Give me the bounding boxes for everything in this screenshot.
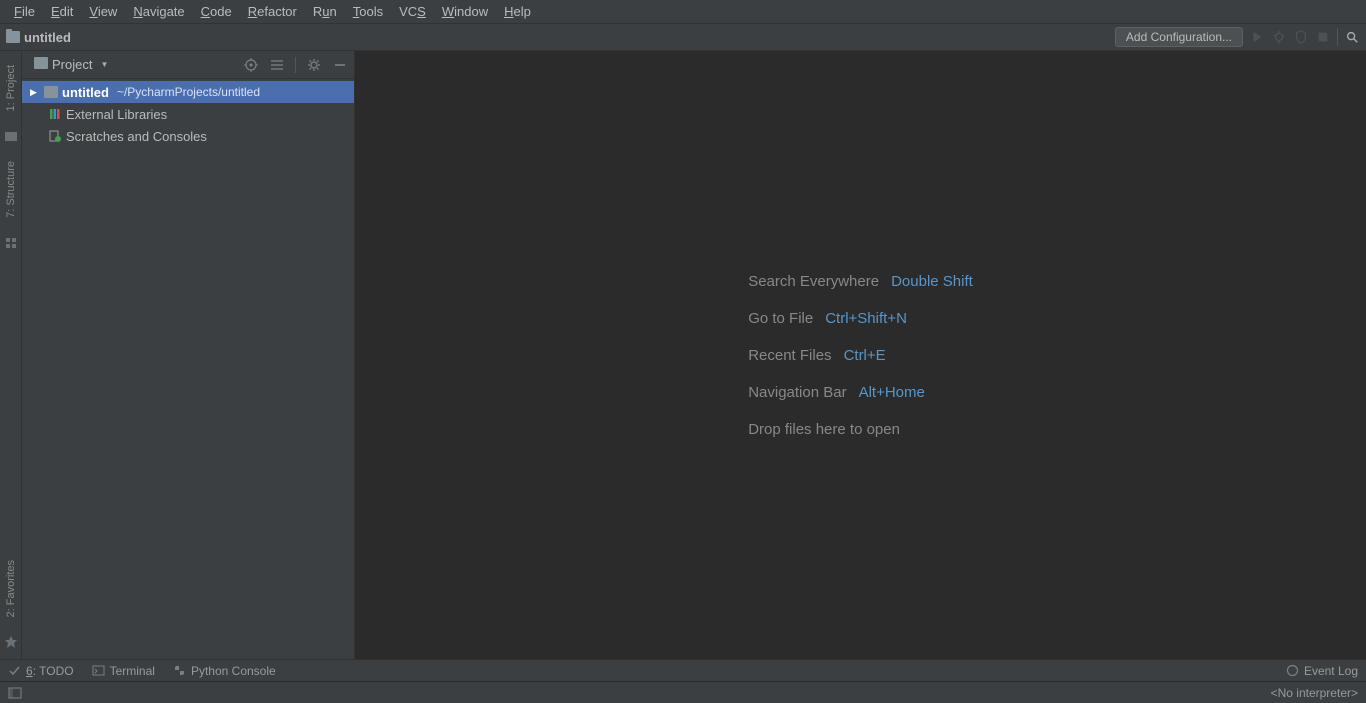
stop-icon[interactable]	[1315, 29, 1331, 45]
terminal-label: Terminal	[110, 664, 155, 678]
tree-external-label: External Libraries	[66, 107, 167, 122]
expand-all-icon[interactable]	[269, 57, 285, 73]
tree-scratches-row[interactable]: Scratches and Consoles	[22, 125, 354, 147]
hint-label: Search Everywhere	[748, 273, 879, 290]
project-panel-title[interactable]: Project ▼	[28, 55, 114, 74]
toolwindow-toggle-icon[interactable]	[8, 686, 22, 700]
toolbar-separator	[1337, 28, 1338, 46]
hint-shortcut: Alt+Home	[859, 384, 925, 401]
structure-tab-icon	[4, 236, 18, 250]
toolwindow-tab-event-log[interactable]: Event Log	[1286, 664, 1358, 678]
workspace: 1: Project 7: Structure 2: Favorites Pro…	[0, 51, 1366, 659]
hint-label: Drop files here to open	[748, 421, 900, 438]
project-tree[interactable]: ▶ untitled ~/PycharmProjects/untitled Ex…	[22, 79, 354, 149]
menubar: File Edit View Navigate Code Refactor Ru…	[0, 0, 1366, 24]
project-panel-title-label: Project	[52, 57, 92, 72]
editor-hints: Search Everywhere Double Shift Go to File…	[748, 273, 973, 438]
menu-navigate[interactable]: Navigate	[125, 2, 192, 21]
hint-navigation-bar: Navigation Bar Alt+Home	[748, 384, 973, 401]
breadcrumb-project[interactable]: untitled	[24, 30, 71, 45]
todo-label: : TODO	[33, 664, 74, 678]
todo-icon	[8, 664, 21, 677]
editor-empty-state[interactable]: Search Everywhere Double Shift Go to File…	[355, 51, 1366, 659]
toolwindow-tab-favorites[interactable]: 2: Favorites	[3, 556, 19, 621]
run-coverage-icon[interactable]	[1293, 29, 1309, 45]
menu-vcs[interactable]: VCS	[391, 2, 434, 21]
navbar: untitled Add Configuration...	[0, 24, 1366, 51]
hint-drop-files: Drop files here to open	[748, 421, 973, 438]
hint-label: Go to File	[748, 310, 813, 327]
hint-shortcut: Ctrl+E	[844, 347, 886, 364]
tree-root-name: untitled	[62, 85, 109, 100]
menu-run[interactable]: Run	[305, 2, 345, 21]
terminal-icon	[92, 664, 105, 677]
menu-edit[interactable]: Edit	[43, 2, 81, 21]
folder-icon	[6, 31, 20, 43]
tree-external-libraries-row[interactable]: External Libraries	[22, 103, 354, 125]
menu-file[interactable]: File	[6, 2, 43, 21]
run-icon[interactable]	[1249, 29, 1265, 45]
event-log-label: Event Log	[1304, 664, 1358, 678]
python-console-label: Python Console	[191, 664, 276, 678]
left-gutter: 1: Project 7: Structure 2: Favorites	[0, 51, 22, 659]
todo-mnemonic: 6	[26, 664, 33, 678]
project-view-icon	[34, 57, 48, 72]
menu-code[interactable]: Code	[193, 2, 240, 21]
hint-label: Navigation Bar	[748, 384, 846, 401]
scratches-icon	[48, 129, 62, 143]
hint-shortcut: Double Shift	[891, 273, 973, 290]
add-configuration-button[interactable]: Add Configuration...	[1115, 27, 1243, 47]
project-panel-header: Project ▼	[22, 51, 354, 79]
panel-separator	[295, 57, 296, 73]
chevron-down-icon: ▼	[100, 60, 108, 69]
bottom-toolwindow-bar: 6: TODO Terminal Python Console Event Lo…	[0, 659, 1366, 681]
menu-refactor[interactable]: Refactor	[240, 2, 305, 21]
menu-window[interactable]: Window	[434, 2, 496, 21]
toolwindow-tab-python-console[interactable]: Python Console	[173, 664, 276, 678]
hint-go-to-file: Go to File Ctrl+Shift+N	[748, 310, 973, 327]
menu-help[interactable]: Help	[496, 2, 539, 21]
status-interpreter[interactable]: <No interpreter>	[1271, 686, 1358, 700]
status-bar: <No interpreter>	[0, 681, 1366, 703]
hide-icon[interactable]	[332, 57, 348, 73]
library-icon	[48, 107, 62, 121]
favorites-tab-icon	[4, 635, 18, 649]
event-log-icon	[1286, 664, 1299, 677]
menu-view[interactable]: View	[81, 2, 125, 21]
debug-icon[interactable]	[1271, 29, 1287, 45]
python-console-icon	[173, 664, 186, 677]
project-panel: Project ▼ ▶ untitled ~/PycharmProjects/u…	[22, 51, 355, 659]
toolwindow-tab-todo[interactable]: 6: TODO	[8, 664, 74, 678]
folder-icon	[44, 86, 58, 98]
locate-icon[interactable]	[243, 57, 259, 73]
toolwindow-tab-structure[interactable]: 7: Structure	[3, 157, 19, 222]
expand-arrow-icon[interactable]: ▶	[30, 87, 40, 98]
tree-root-row[interactable]: ▶ untitled ~/PycharmProjects/untitled	[22, 81, 354, 103]
hint-label: Recent Files	[748, 347, 831, 364]
tree-scratches-label: Scratches and Consoles	[66, 129, 207, 144]
hint-search-everywhere: Search Everywhere Double Shift	[748, 273, 973, 290]
toolwindow-tab-terminal[interactable]: Terminal	[92, 664, 155, 678]
search-icon[interactable]	[1344, 29, 1360, 45]
hint-recent-files: Recent Files Ctrl+E	[748, 347, 973, 364]
menu-tools[interactable]: Tools	[345, 2, 391, 21]
tree-root-path: ~/PycharmProjects/untitled	[117, 85, 260, 99]
hint-shortcut: Ctrl+Shift+N	[825, 310, 907, 327]
toolwindow-tab-project[interactable]: 1: Project	[3, 61, 19, 115]
gear-icon[interactable]	[306, 57, 322, 73]
project-tab-icon	[4, 129, 18, 143]
